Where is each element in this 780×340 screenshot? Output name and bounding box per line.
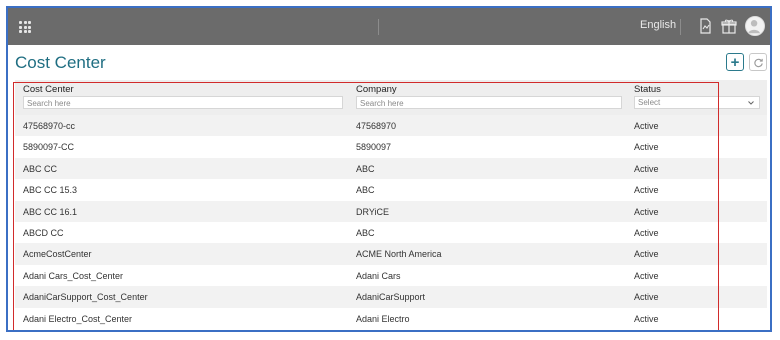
cost-center-cell: AdaniCarSupport_Cost_Center bbox=[23, 292, 148, 303]
cost-center-cell: AcmeCostCenter bbox=[23, 249, 92, 260]
cost-center-cell: Adani Electro_Cost_Center bbox=[23, 313, 133, 324]
status-cell: Active bbox=[634, 270, 659, 281]
topbar-divider bbox=[378, 19, 379, 35]
cost-center-cell: ABCD CC bbox=[23, 228, 64, 238]
cost-center-filter-input[interactable] bbox=[23, 96, 343, 109]
user-avatar-icon[interactable] bbox=[745, 16, 765, 36]
gift-icon[interactable] bbox=[720, 17, 738, 35]
table-row[interactable]: ABCD CC ABC Active bbox=[15, 222, 767, 244]
company-cell: 47568970 bbox=[356, 121, 397, 131]
add-button[interactable]: + bbox=[726, 53, 744, 71]
cost-center-cell: Adani Cars_Cost_Center bbox=[23, 270, 124, 281]
table-row[interactable]: ABC CC 16.1 DRYiCE Active bbox=[15, 200, 767, 222]
cost-center-table: Cost Center Company Status Select 475689… bbox=[15, 80, 767, 329]
status-cell: Active bbox=[634, 163, 659, 174]
table-row[interactable]: Adani Cars_Cost_Center Adani Cars Active bbox=[15, 264, 767, 287]
status-filter-value: Select bbox=[638, 98, 661, 107]
company-cell: ABC bbox=[356, 185, 375, 196]
main-content: Cost Center + Cost Center Company Status… bbox=[8, 45, 770, 330]
company-cell: DRYiCE bbox=[356, 206, 390, 217]
page-title: Cost Center bbox=[15, 53, 106, 72]
table-row[interactable]: 5890097-CC 5890097 Active bbox=[15, 136, 767, 158]
chevron-down-icon bbox=[748, 101, 754, 105]
table-row[interactable]: ABC CC ABC Active bbox=[15, 157, 767, 180]
status-cell: Active bbox=[634, 121, 659, 131]
plus-icon: + bbox=[730, 53, 740, 71]
status-cell: Active bbox=[634, 142, 659, 153]
column-header-company[interactable]: Company bbox=[356, 84, 397, 95]
company-filter-input[interactable] bbox=[356, 96, 622, 109]
company-cell: Adani Cars bbox=[356, 270, 401, 281]
status-cell: Active bbox=[634, 185, 659, 196]
refresh-button[interactable] bbox=[749, 53, 767, 71]
table-row[interactable]: AcmeCostCenter ACME North America Active bbox=[15, 243, 767, 265]
status-cell: Active bbox=[634, 228, 659, 238]
company-cell: AdaniCarSupport bbox=[356, 292, 426, 303]
topbar-divider bbox=[680, 19, 681, 35]
company-cell: ABC bbox=[356, 163, 375, 174]
company-cell: 5890097 bbox=[356, 142, 392, 153]
status-filter-select[interactable]: Select bbox=[634, 96, 760, 109]
cost-center-cell: ABC CC bbox=[23, 163, 58, 174]
status-cell: Active bbox=[634, 249, 659, 260]
apps-grid-icon[interactable] bbox=[19, 21, 31, 33]
cost-center-cell: ABC CC 16.1 bbox=[23, 206, 78, 217]
refresh-icon bbox=[753, 58, 763, 67]
table-row[interactable]: 47568970-cc 47568970 Active bbox=[15, 115, 767, 137]
language-selector[interactable]: English bbox=[640, 19, 676, 31]
table-row[interactable]: AdaniCarSupport_Cost_Center AdaniCarSuppo… bbox=[15, 286, 767, 308]
company-cell: ACME North America bbox=[356, 249, 442, 260]
cost-center-cell: 47568970-cc bbox=[23, 121, 76, 131]
column-header-status[interactable]: Status bbox=[634, 84, 661, 95]
company-cell: ABC bbox=[356, 228, 375, 238]
cost-center-cell: 5890097-CC bbox=[23, 142, 75, 153]
company-cell: Adani Electro bbox=[356, 313, 410, 324]
table-body: 47568970-cc 47568970 Active 5890097-CC 58900… bbox=[15, 115, 767, 329]
report-icon[interactable] bbox=[696, 17, 714, 35]
cost-center-cell: ABC CC 15.3 bbox=[23, 185, 78, 196]
app-window: English Cost Center + Cost Center Search… bbox=[6, 6, 772, 332]
table-row[interactable]: Adani Electro_Cost_Center Adani Electro Ac… bbox=[15, 307, 767, 329]
table-row[interactable]: ABC CC 15.3 ABC Active bbox=[15, 179, 767, 201]
status-cell: Active bbox=[634, 292, 659, 303]
status-cell: Active bbox=[634, 206, 659, 217]
table-header: Cost Center Company Status Select bbox=[15, 80, 767, 115]
status-cell: Active bbox=[634, 313, 659, 324]
top-bar: English bbox=[8, 8, 770, 45]
column-header-cost-center[interactable]: Cost Center bbox=[23, 84, 74, 95]
